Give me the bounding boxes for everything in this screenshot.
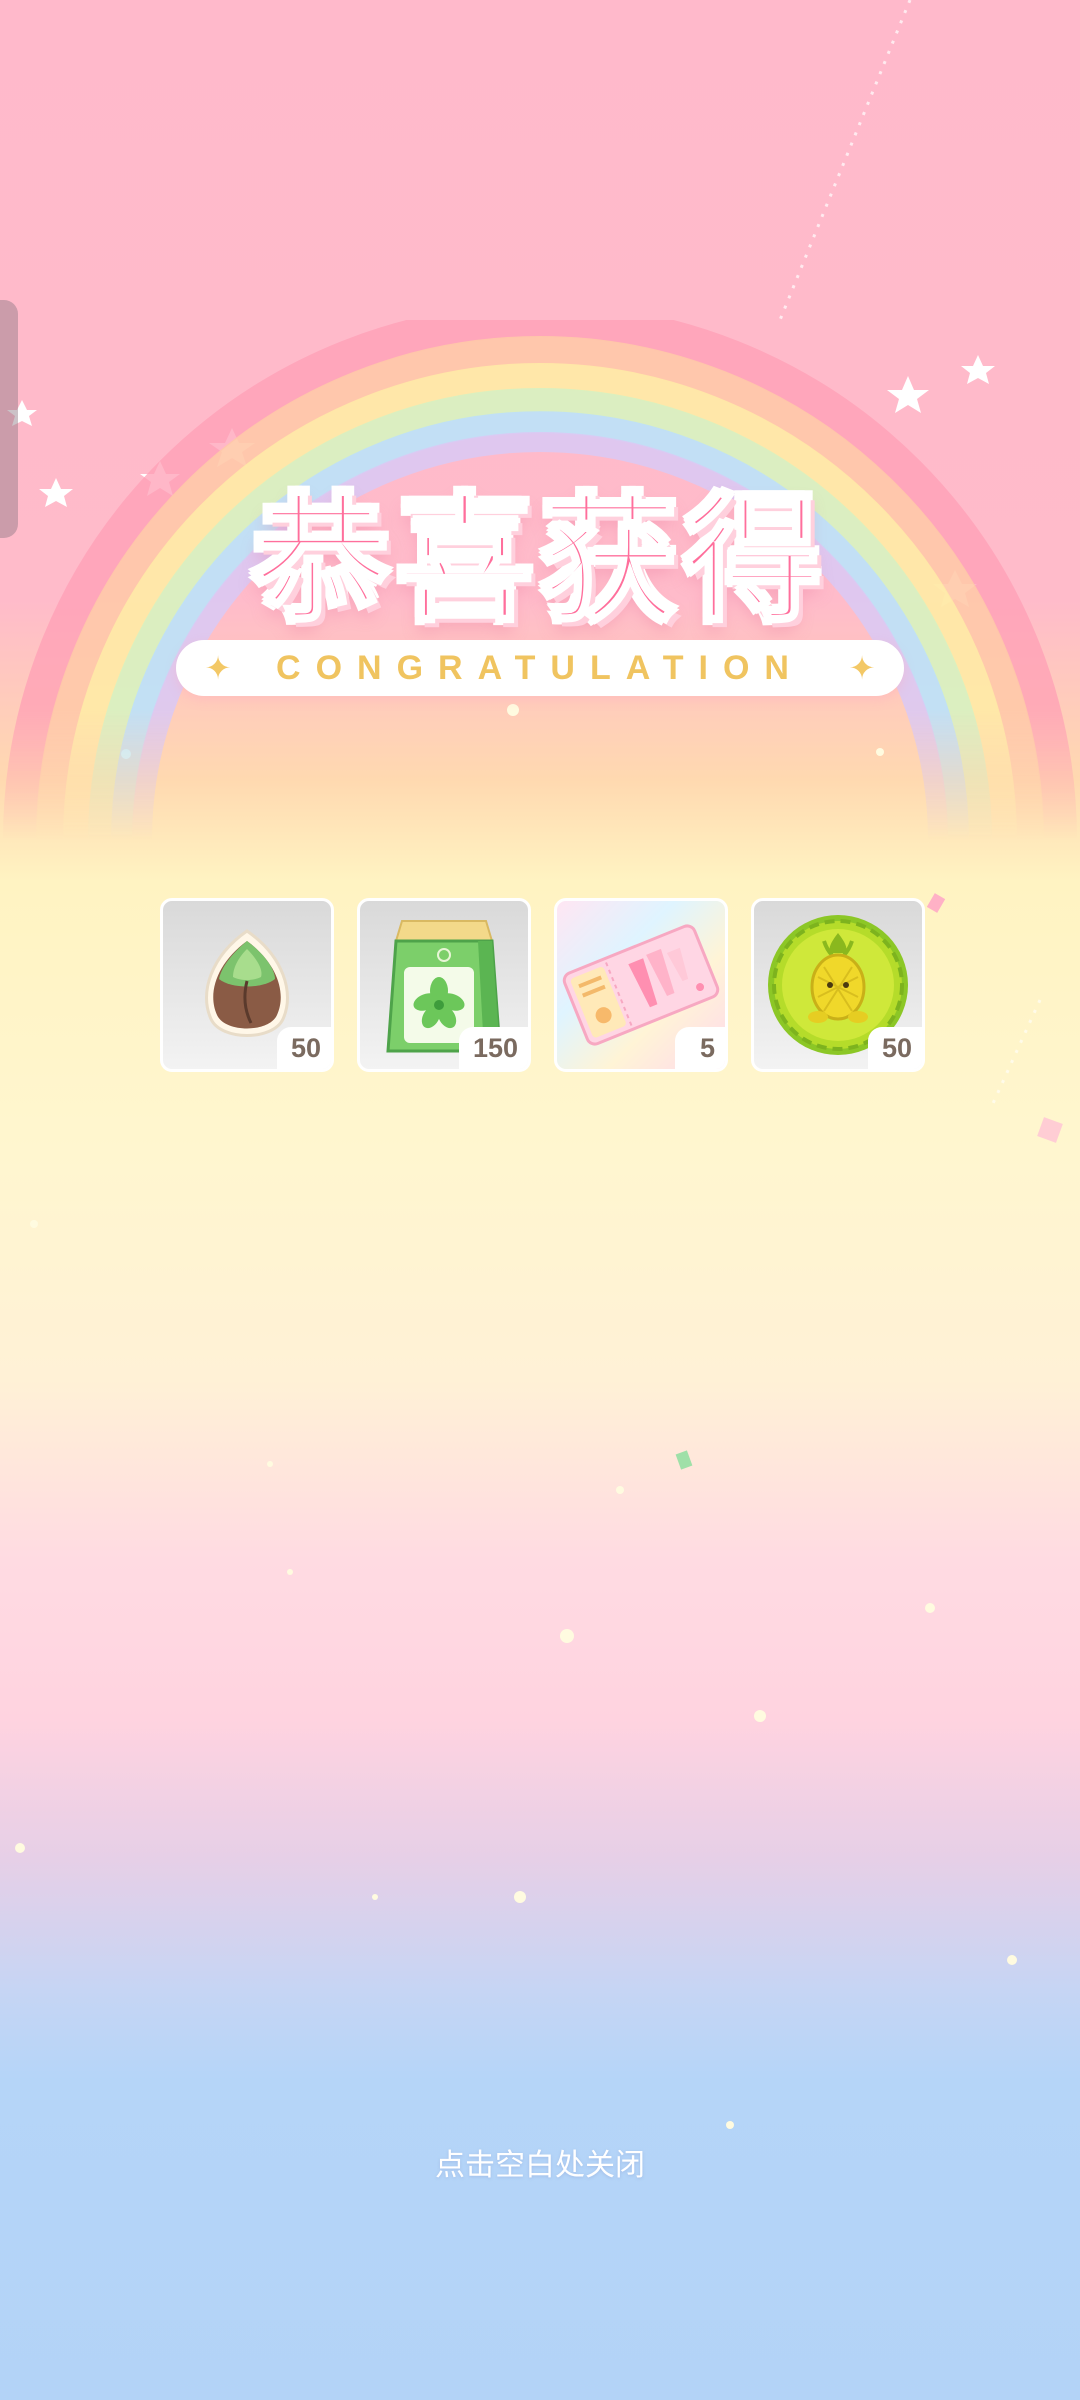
subtitle-text: CONGRATULATION (276, 649, 804, 687)
reward-quantity: 50 (867, 1027, 922, 1069)
sparkle-icon: ✦ (848, 649, 876, 687)
congrats-title: 恭喜获得 (250, 478, 828, 643)
subtitle-banner: ✦ CONGRATULATION ✦ (176, 640, 904, 696)
reward-card-fertilizer[interactable]: 150 (357, 898, 531, 1072)
reward-quantity: 5 (675, 1027, 725, 1069)
reward-quantity: 150 (458, 1027, 528, 1069)
reward-card-ticket[interactable]: 5 (554, 898, 728, 1072)
reward-card-seed[interactable]: 50 (160, 898, 334, 1072)
reward-quantity: 50 (276, 1027, 331, 1069)
reward-list: 50 150 5 50 (160, 898, 930, 1076)
reward-card-coin[interactable]: 50 (751, 898, 925, 1072)
close-hint-text: 点击空白处关闭 (435, 2148, 645, 2183)
title-block: 恭喜获得 (0, 430, 1080, 643)
